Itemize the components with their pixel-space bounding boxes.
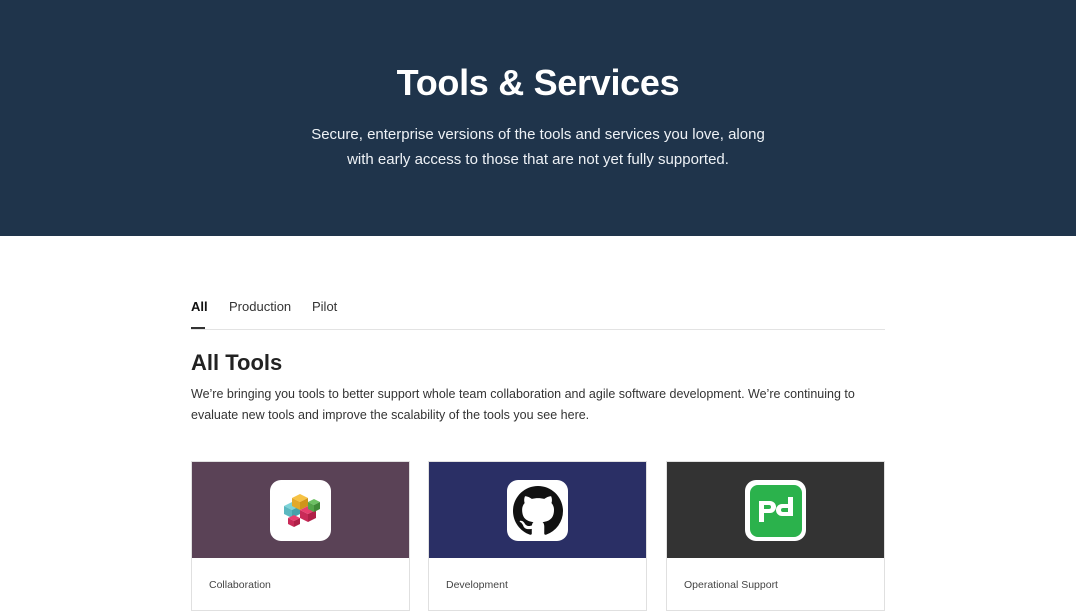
card-banner xyxy=(192,462,409,558)
tool-card-github[interactable]: Development xyxy=(428,461,647,611)
card-category: Collaboration xyxy=(209,579,271,591)
hero-banner: Tools & Services Secure, enterprise vers… xyxy=(0,0,1076,236)
tab-all[interactable]: All xyxy=(191,299,208,329)
card-category: Operational Support xyxy=(684,579,778,591)
pagerduty-icon xyxy=(745,480,806,541)
section-description: We’re bringing you tools to better suppo… xyxy=(191,387,855,422)
card-category: Development xyxy=(446,579,508,591)
section-title: All Tools xyxy=(191,350,283,375)
tool-card-slack[interactable]: Collaboration xyxy=(191,461,410,611)
filter-tabs: All Production Pilot xyxy=(191,299,885,330)
card-banner xyxy=(667,462,884,558)
page-title: Tools & Services xyxy=(396,62,680,103)
slack-icon xyxy=(270,480,331,541)
hero-subtitle: Secure, enterprise versions of the tools… xyxy=(311,126,765,168)
github-icon xyxy=(507,480,568,541)
tool-card-pagerduty[interactable]: Operational Support xyxy=(666,461,885,611)
card-banner xyxy=(429,462,646,558)
tab-pilot[interactable]: Pilot xyxy=(312,299,337,328)
tab-production[interactable]: Production xyxy=(229,299,291,328)
